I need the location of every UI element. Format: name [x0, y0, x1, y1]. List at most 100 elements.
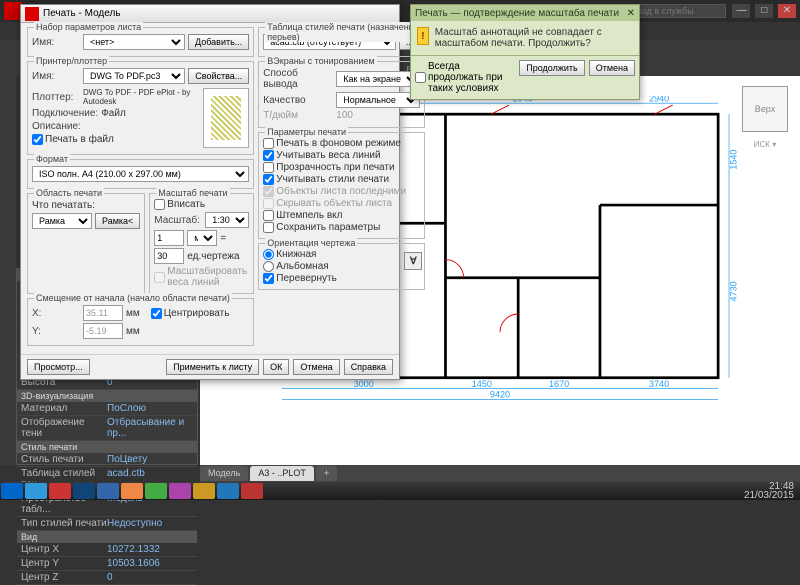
- help-button[interactable]: Справка: [344, 359, 393, 375]
- windows-taskbar[interactable]: 21:48 21/03/2015: [0, 482, 800, 500]
- paper-preview: [203, 88, 249, 148]
- opt-bg-check[interactable]: [263, 138, 274, 149]
- unit-select[interactable]: мм: [187, 230, 217, 246]
- svg-text:3000: 3000: [354, 379, 374, 389]
- svg-text:1450: 1450: [472, 379, 492, 389]
- taskbar-app-icon[interactable]: [73, 483, 95, 499]
- opt-save-check[interactable]: [263, 222, 274, 233]
- ok-button[interactable]: ОК: [263, 359, 289, 375]
- orientation-group: Ориентация чертежа Книжная Альбомная Пер…: [258, 243, 425, 290]
- confirm-titlebar[interactable]: Печать — подтверждение масштаба печати✕: [411, 5, 639, 21]
- opt-stamp-check[interactable]: [263, 210, 274, 221]
- property-row[interactable]: Центр X10272.1332: [17, 543, 197, 557]
- opt-hide-check: [263, 198, 274, 209]
- scale-select[interactable]: 1:30: [205, 212, 249, 228]
- help-search-input[interactable]: [626, 4, 726, 18]
- offset-group: Смещение от начала (начало области печат…: [27, 298, 254, 346]
- svg-text:4730: 4730: [728, 281, 738, 301]
- taskbar-app-icon[interactable]: [49, 483, 71, 499]
- taskbar-app-icon[interactable]: [145, 483, 167, 499]
- prop-section: 3D-визуализация: [17, 390, 197, 402]
- preview-button[interactable]: Просмотр...: [27, 359, 90, 375]
- confirm-message: Масштаб аннотаций не совпадает с масштаб…: [435, 27, 633, 49]
- property-row[interactable]: Тип стилей печатиНедоступно: [17, 517, 197, 531]
- plot-style-group: Таблица стилей печати (назначение перьев…: [258, 27, 425, 57]
- add-pageset-button[interactable]: Добавить...: [188, 34, 249, 50]
- quality-select[interactable]: Нормальное: [336, 92, 420, 108]
- scale-group: Масштаб печати Вписать Масштаб:1:30 мм= …: [149, 193, 254, 294]
- plot-area-select[interactable]: Рамка: [32, 213, 92, 229]
- left-toolbar[interactable]: [0, 76, 16, 465]
- add-layout-tab[interactable]: +: [316, 466, 337, 481]
- layout-tabs: Модель A3 - ..PLOT +: [200, 465, 800, 482]
- printer-props-button[interactable]: Свойства...: [188, 68, 249, 84]
- opt-last-check: [263, 186, 274, 197]
- orient-landscape-radio[interactable]: [263, 261, 274, 272]
- paper-size-select[interactable]: ISO полн. A4 (210.00 x 297.00 мм): [32, 166, 249, 182]
- confirm-close-icon[interactable]: ✕: [627, 8, 635, 19]
- svg-text:1540: 1540: [728, 150, 738, 170]
- system-tray[interactable]: 21:48 21/03/2015: [738, 482, 800, 500]
- collapse-button[interactable]: ∀: [404, 252, 422, 270]
- svg-text:3740: 3740: [649, 379, 669, 389]
- svg-text:9420: 9420: [490, 390, 510, 400]
- taskbar-app-icon[interactable]: [97, 483, 119, 499]
- offset-x-input: [83, 305, 123, 321]
- page-setup-group: Набор параметров листа Имя: <нет> Добави…: [27, 27, 254, 57]
- property-row[interactable]: Центр Y10503.1606: [17, 557, 197, 571]
- continue-button[interactable]: Продолжить: [519, 60, 584, 76]
- orient-upside-check[interactable]: [263, 273, 274, 284]
- print-dialog: Печать - Модель Набор параметров листа И…: [20, 4, 400, 380]
- prop-section: Вид: [17, 531, 197, 543]
- window-pick-button[interactable]: Рамка<: [95, 213, 140, 229]
- property-row[interactable]: МатериалПоСлою: [17, 402, 197, 416]
- svg-text:1670: 1670: [549, 379, 569, 389]
- taskbar-app-icon[interactable]: [25, 483, 47, 499]
- cancel-button[interactable]: Отмена: [293, 359, 339, 375]
- taskbar-app-icon[interactable]: [121, 483, 143, 499]
- property-row[interactable]: Отображение тениОтбрасывание и пр...: [17, 416, 197, 441]
- opt-lw-check[interactable]: [263, 150, 274, 161]
- start-button[interactable]: [1, 483, 23, 499]
- offset-y-input: [83, 323, 123, 339]
- minimize-button[interactable]: —: [732, 4, 750, 18]
- dialog-title: Печать - Модель: [43, 8, 121, 19]
- shaded-group: ВЭкраны с тонированием Способ выводаКак …: [258, 61, 425, 128]
- taskbar-app-icon[interactable]: [193, 483, 215, 499]
- maximize-button[interactable]: □: [755, 4, 773, 18]
- apply-button[interactable]: Применить к листу: [166, 359, 259, 375]
- always-check[interactable]: [415, 72, 426, 83]
- orient-portrait-radio[interactable]: [263, 249, 274, 260]
- confirm-dialog: Печать — подтверждение масштаба печати✕ …: [410, 4, 640, 100]
- plot-area-group: Область печати Что печатать: Рамка Рамка…: [27, 193, 145, 294]
- printer-group: Принтер/плоттер Имя: DWG To PDF.pc3 Свой…: [27, 61, 254, 155]
- svg-text:2940: 2940: [649, 96, 669, 103]
- warning-icon: !: [417, 27, 429, 45]
- app-icon: [25, 7, 39, 21]
- dialog-footer: Просмотр... Применить к листу ОК Отмена …: [21, 354, 399, 379]
- paper-group: Формат ISO полн. A4 (210.00 x 297.00 мм): [27, 159, 254, 189]
- taskbar-app-icon[interactable]: [217, 483, 239, 499]
- printer-select[interactable]: DWG To PDF.pc3: [83, 68, 185, 84]
- property-row[interactable]: Стиль печатиПоЦвету: [17, 453, 197, 467]
- taskbar-app-icon[interactable]: [241, 483, 263, 499]
- page-setup-select[interactable]: <нет>: [83, 34, 185, 50]
- taskbar-app-icon[interactable]: [169, 483, 191, 499]
- prop-section: Стиль печати: [17, 441, 197, 453]
- scale-lw-check[interactable]: [154, 272, 165, 283]
- dialog-titlebar[interactable]: Печать - Модель: [21, 5, 399, 23]
- opt-styles-check[interactable]: [263, 174, 274, 185]
- opt-trans-check[interactable]: [263, 162, 274, 173]
- print-to-file-check[interactable]: [32, 134, 43, 145]
- scale-den-input[interactable]: [154, 248, 184, 264]
- model-tab[interactable]: Модель: [200, 466, 248, 481]
- fit-check[interactable]: [154, 199, 165, 210]
- close-button[interactable]: ✕: [778, 4, 796, 18]
- window-controls: — □ ✕: [730, 4, 796, 18]
- confirm-cancel-button[interactable]: Отмена: [589, 60, 635, 76]
- scale-num-input[interactable]: [154, 230, 184, 246]
- shade-mode-select[interactable]: Как на экране: [336, 71, 420, 87]
- layout-tab[interactable]: A3 - ..PLOT: [250, 466, 314, 481]
- center-check[interactable]: [151, 308, 162, 319]
- property-row[interactable]: Центр Z0: [17, 571, 197, 585]
